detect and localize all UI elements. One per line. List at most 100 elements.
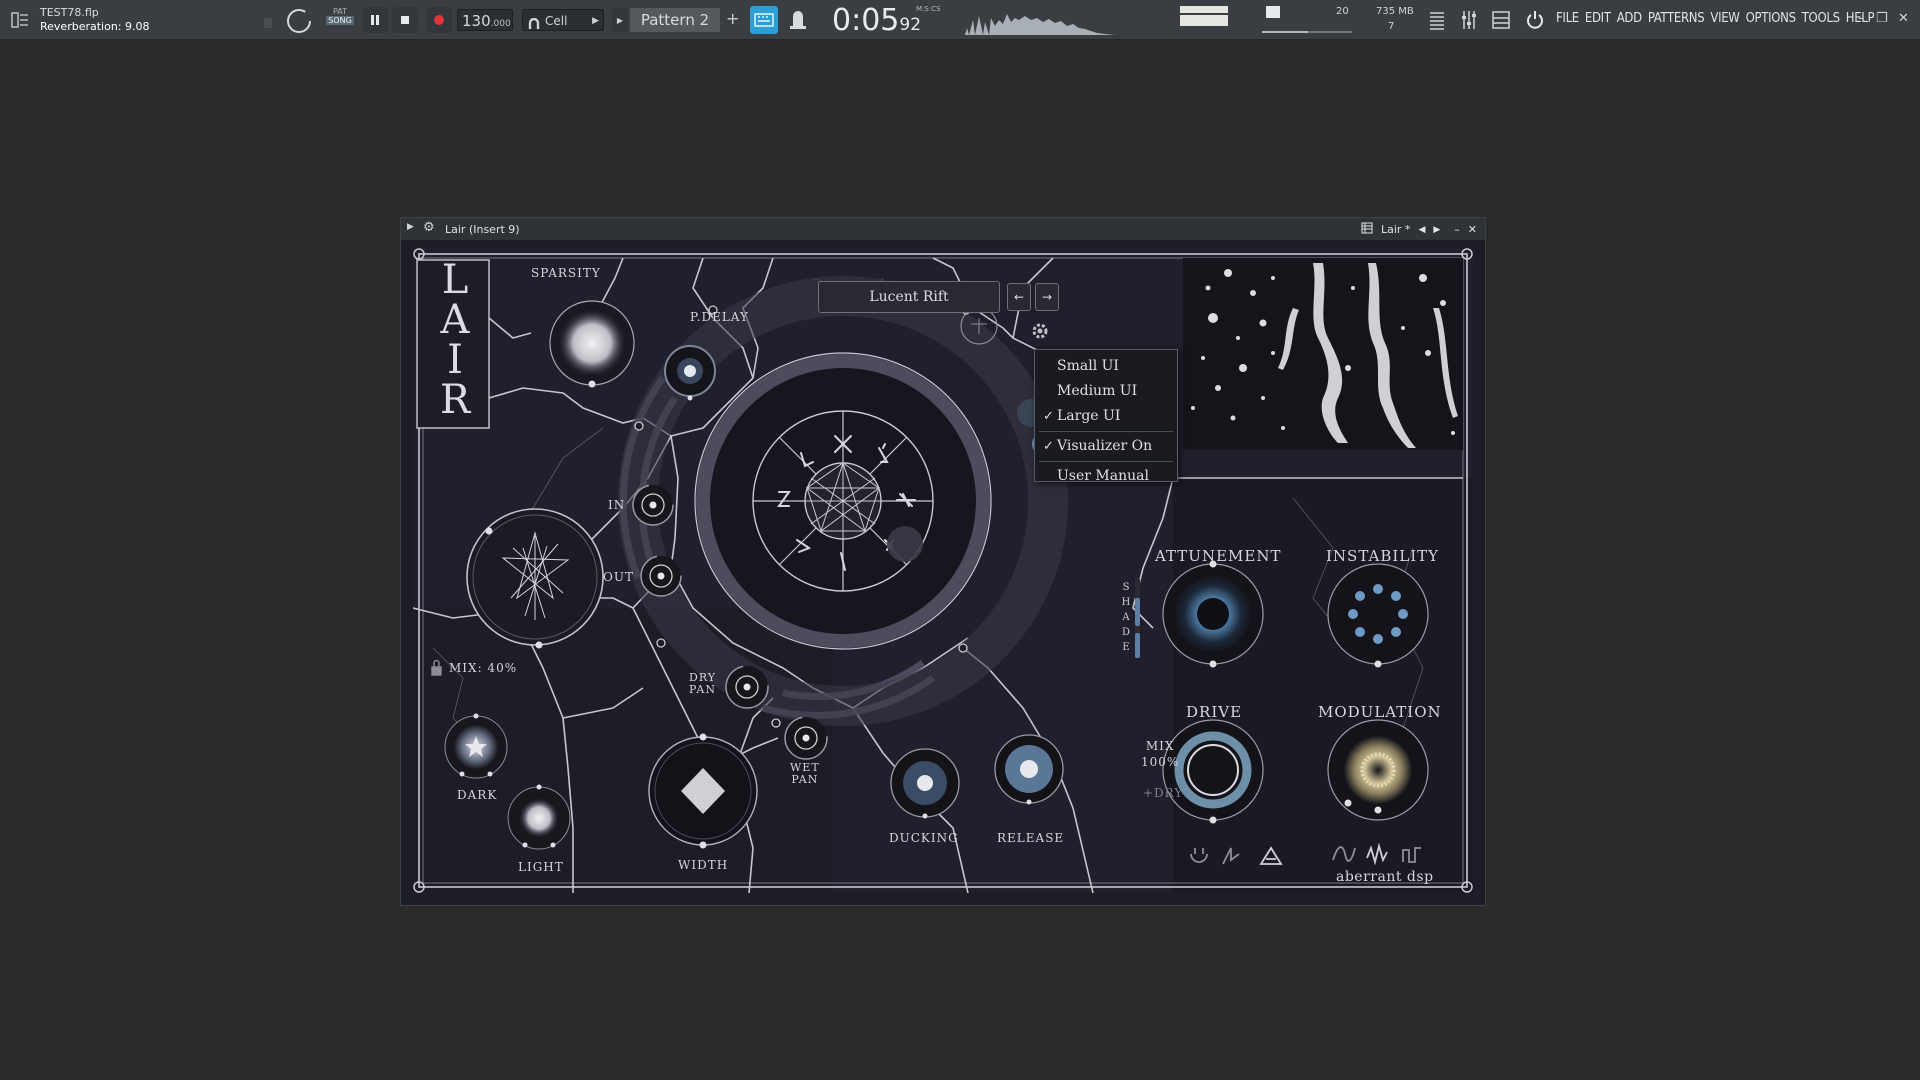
pattern-menu-arrow[interactable]: ▶ (612, 8, 628, 32)
preset-prev-button[interactable]: ◀ (1418, 225, 1425, 235)
attunement-knob[interactable] (1162, 560, 1264, 668)
magnet-icon (528, 15, 540, 37)
modulation-knob[interactable] (1327, 719, 1429, 821)
add-pattern-button[interactable]: + (726, 9, 739, 28)
shade-slider[interactable] (1135, 578, 1140, 658)
shade-label: S H A D E (1121, 582, 1131, 653)
song-position-display[interactable]: 0:0592 M:S:CS (832, 3, 942, 38)
gear-icon[interactable]: ⚙ (423, 220, 435, 235)
preset-list-icon[interactable] (1361, 222, 1373, 237)
snap-selector[interactable]: Cell ▶ (522, 9, 604, 31)
mix-knob[interactable] (466, 508, 604, 649)
check-icon-large-ui: ✓ (1043, 409, 1054, 424)
pdelay-label: P.DELAY (690, 310, 749, 324)
metronome-toggle-icon[interactable] (284, 6, 314, 36)
dry-pan-knob[interactable] (725, 665, 769, 709)
hint-bar: Reverberation: 9.08 (40, 20, 150, 33)
dark-knob[interactable] (444, 713, 508, 779)
voice-count: 7 (1388, 21, 1395, 32)
record-button[interactable] (426, 7, 452, 33)
menu-item-large-ui[interactable]: ✓ Large UI (1035, 404, 1177, 429)
playlist-icon[interactable] (1426, 8, 1448, 32)
preset-next-button[interactable]: ▶ (1433, 225, 1440, 235)
menu-add[interactable]: ADD (1617, 11, 1642, 26)
menu-item-medium-ui[interactable]: Medium UI (1035, 379, 1177, 404)
step-edit-icon[interactable] (784, 6, 812, 34)
plugin-minimize-button[interactable]: – (1454, 223, 1460, 236)
menu-item-small-ui[interactable]: Small UI (1035, 354, 1177, 379)
lair-plugin-panel: L A I R SPARSITY P.DELAY IN OUT MIX: 40%… (413, 248, 1473, 893)
instability-label: INSTABILITY (1326, 547, 1440, 565)
release-knob[interactable] (994, 734, 1064, 805)
memory-usage: 735 MB (1376, 6, 1414, 17)
drive-mode-3-icon[interactable] (1259, 846, 1283, 865)
plus-dry-toggle[interactable]: +DRY (1143, 786, 1183, 800)
drive-knob[interactable] (1162, 719, 1264, 824)
typing-keyboard-icon[interactable] (750, 6, 778, 34)
dry-pan-label: DRY PAN (689, 671, 717, 696)
mod-square-icon[interactable] (1402, 847, 1421, 863)
sparsity-knob[interactable] (549, 300, 635, 388)
pause-button[interactable] (362, 7, 388, 33)
tempo-display[interactable]: 130.000 (457, 9, 513, 31)
release-label: RELEASE (997, 831, 1065, 845)
attunement-label: ATTUNEMENT (1155, 547, 1282, 565)
ducking-label: DUCKING (889, 831, 959, 845)
settings-gear-icon[interactable] (1032, 323, 1048, 339)
brand-label: aberrant dsp (1336, 869, 1434, 885)
menu-edit[interactable]: EDIT (1585, 11, 1611, 26)
preset-prev-arrow[interactable]: ← (1007, 283, 1031, 311)
plugin-close-button[interactable]: ✕ (1468, 223, 1477, 236)
light-knob[interactable] (507, 784, 571, 850)
plugin-window: ▶ ⚙ Lair (Insert 9) Lair * ◀ ▶ – ✕ L A I… (400, 217, 1486, 906)
light-label: LIGHT (518, 860, 564, 874)
mod-sine-icon[interactable] (1332, 846, 1356, 862)
fl-toolbar: TEST78.flp Reverberation: 9.08 PAT SONG … (0, 0, 1920, 40)
drive-mix-label: MIX 100% (1141, 739, 1180, 769)
channel-rack-icon[interactable] (1490, 8, 1512, 32)
menu-tools[interactable]: TOOLS (1802, 11, 1840, 26)
output-gain-knob[interactable] (640, 555, 682, 597)
stop-button[interactable] (392, 7, 418, 33)
input-gain-knob[interactable] (632, 484, 674, 526)
chevron-right-icon: ▶ (592, 16, 599, 26)
main-menu-icon[interactable] (8, 8, 32, 32)
preset-next-arrow[interactable]: → (1035, 283, 1059, 311)
menu-item-user-manual[interactable]: User Manual (1035, 464, 1177, 489)
menu-divider (1039, 431, 1173, 432)
mixer-icon[interactable] (1458, 8, 1480, 32)
menu-patterns[interactable]: PATTERNS (1648, 11, 1705, 26)
main-volume-slider[interactable] (1180, 6, 1228, 26)
restore-button[interactable]: ❐ (1876, 11, 1888, 26)
settings-context-menu: Small UI Medium UI ✓ Large UI ✓ Visualiz… (1034, 349, 1178, 484)
menu-item-visualizer-on[interactable]: ✓ Visualizer On (1035, 434, 1177, 459)
plugin-options-arrow-icon[interactable]: ▶ (407, 222, 414, 232)
file-info: TEST78.flp Reverberation: 9.08 (40, 6, 150, 34)
out-label: OUT (603, 570, 634, 584)
width-knob[interactable] (648, 733, 758, 849)
menu-options[interactable]: OPTIONS (1746, 11, 1796, 26)
check-icon-visualizer: ✓ (1043, 439, 1054, 454)
drive-mode-2-icon[interactable] (1222, 847, 1240, 865)
pattern-selector[interactable]: Pattern 2 (630, 8, 720, 32)
pat-song-toggle[interactable]: PAT SONG (326, 7, 354, 33)
menu-view[interactable]: VIEW (1710, 11, 1740, 26)
file-name: TEST78.flp (40, 6, 99, 19)
modulation-label: MODULATION (1318, 703, 1442, 721)
pdelay-knob[interactable] (664, 345, 716, 401)
menu-file[interactable]: FILE (1556, 11, 1579, 26)
lock-icon[interactable] (431, 659, 442, 676)
wet-pan-knob[interactable] (784, 716, 828, 760)
ducking-knob[interactable] (890, 748, 960, 819)
drive-mode-1-icon[interactable] (1190, 848, 1208, 863)
sparsity-label: SPARSITY (531, 266, 601, 280)
plugin-titlebar[interactable]: ▶ ⚙ Lair (Insert 9) Lair * ◀ ▶ – ✕ (401, 218, 1485, 240)
instability-knob[interactable] (1327, 563, 1429, 668)
mod-random-icon[interactable] (1366, 842, 1388, 866)
plugin-preset-name[interactable]: Lair * (1381, 223, 1410, 236)
power-icon[interactable] (1524, 8, 1546, 32)
minimize-button[interactable]: – (1858, 11, 1865, 26)
width-label: WIDTH (678, 858, 729, 872)
preset-name-display[interactable]: Lucent Rift (818, 281, 1000, 313)
close-button[interactable]: ✕ (1898, 11, 1909, 26)
